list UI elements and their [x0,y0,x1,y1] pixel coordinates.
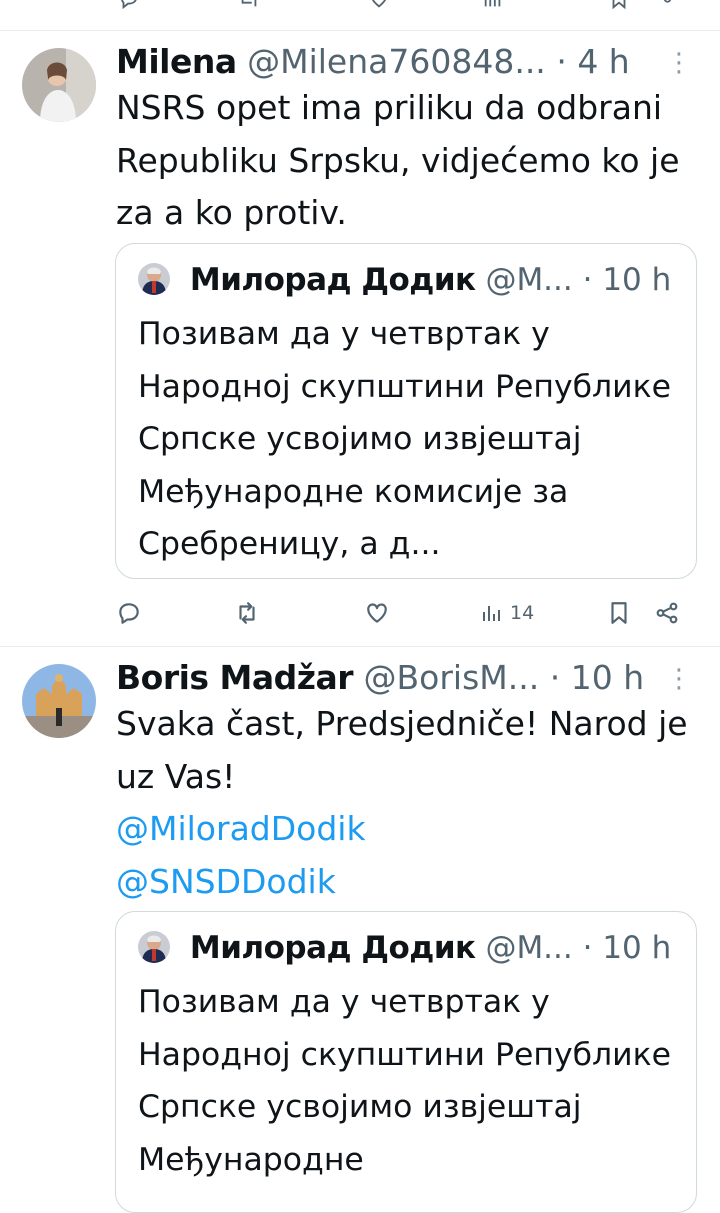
retweet-button[interactable] [234,595,260,631]
timestamp[interactable]: 4 h [577,42,629,81]
quoted-tweet[interactable]: Милорад Додик @M... · 10 h Позивам да у … [115,911,697,1213]
separator: · [556,42,567,81]
author-handle[interactable]: @Milena760848... [247,42,546,81]
separator: · [549,658,561,697]
bookmark-icon[interactable] [608,0,630,10]
like-icon [367,603,387,623]
views-icon[interactable] [482,0,504,10]
bookmark-button[interactable] [606,595,632,631]
reply-button[interactable] [116,595,142,631]
tweet-text-line: Svaka čast, Predsjedniče! Narod je uz Va… [116,704,688,796]
tweet-text: NSRS opet ima priliku da odbrani Republi… [116,88,680,232]
timestamp[interactable]: 10 h [571,658,644,697]
reply-icon[interactable] [118,0,140,10]
author-name[interactable]: Milena [116,42,237,81]
quoted-author-handle[interactable]: @M... [485,930,572,966]
tweet-header: Milena @Milena760848... · 4 h [116,42,684,82]
tweet-milena[interactable]: Milena @Milena760848... · 4 h ⋮ NSRS ope… [0,30,720,646]
tweet-actions: 14 [116,595,686,631]
more-vertical-icon[interactable]: ⋮ [666,43,692,83]
avatar[interactable] [22,664,96,738]
mention-link[interactable]: @SNSDDodik [116,856,706,909]
separator: · [582,930,593,966]
like-button[interactable] [364,595,390,631]
share-icon[interactable] [662,0,684,10]
avatar[interactable] [22,48,96,122]
quoted-timestamp[interactable]: 10 h [602,930,671,966]
author-name[interactable]: Boris Madžar [116,658,354,697]
quoted-timestamp[interactable]: 10 h [602,262,671,298]
tweet-text: Svaka čast, Predsjedniče! Narod je uz Va… [116,698,706,908]
quoted-tweet[interactable]: Милорад Додик @M... · 10 h Позивам да у … [115,243,697,579]
previous-tweet-actions [0,0,720,28]
avatar[interactable] [138,262,170,295]
share-icon [656,602,678,624]
retweet-icon [239,602,255,624]
author-handle[interactable]: @BorisM... [364,658,540,697]
tweet-header: Boris Madžar @BorisM... · 10 h [116,658,684,698]
tweet-boris[interactable]: Boris Madžar @BorisM... · 10 h ⋮ Svaka č… [0,646,720,1213]
quoted-author-name[interactable]: Милорад Додик [190,930,476,966]
quoted-author-name[interactable]: Милорад Додик [190,262,476,298]
views-icon [483,606,500,621]
views-button[interactable]: 14 [480,595,534,631]
quoted-author-handle[interactable]: @M... [485,262,572,298]
quoted-tweet-header: Милорад Додик @M... · 10 h [138,260,671,300]
quoted-tweet-text: Позивам да у четвртак у Народној скупшти… [138,984,672,1178]
share-button[interactable] [654,595,680,631]
views-count: 14 [510,602,535,624]
quoted-tweet-text: Позивам да у четвртак у Народној скупшти… [138,316,672,562]
bookmark-icon [611,602,627,624]
mention-link[interactable]: @MiloradDodik [116,803,706,856]
quoted-tweet-header: Милорад Додик @M... · 10 h [138,928,671,968]
like-icon[interactable] [368,0,390,10]
retweet-icon[interactable] [238,0,260,10]
separator: · [582,262,593,298]
reply-icon [119,603,139,624]
more-vertical-icon[interactable]: ⋮ [666,659,692,699]
avatar[interactable] [138,930,170,963]
